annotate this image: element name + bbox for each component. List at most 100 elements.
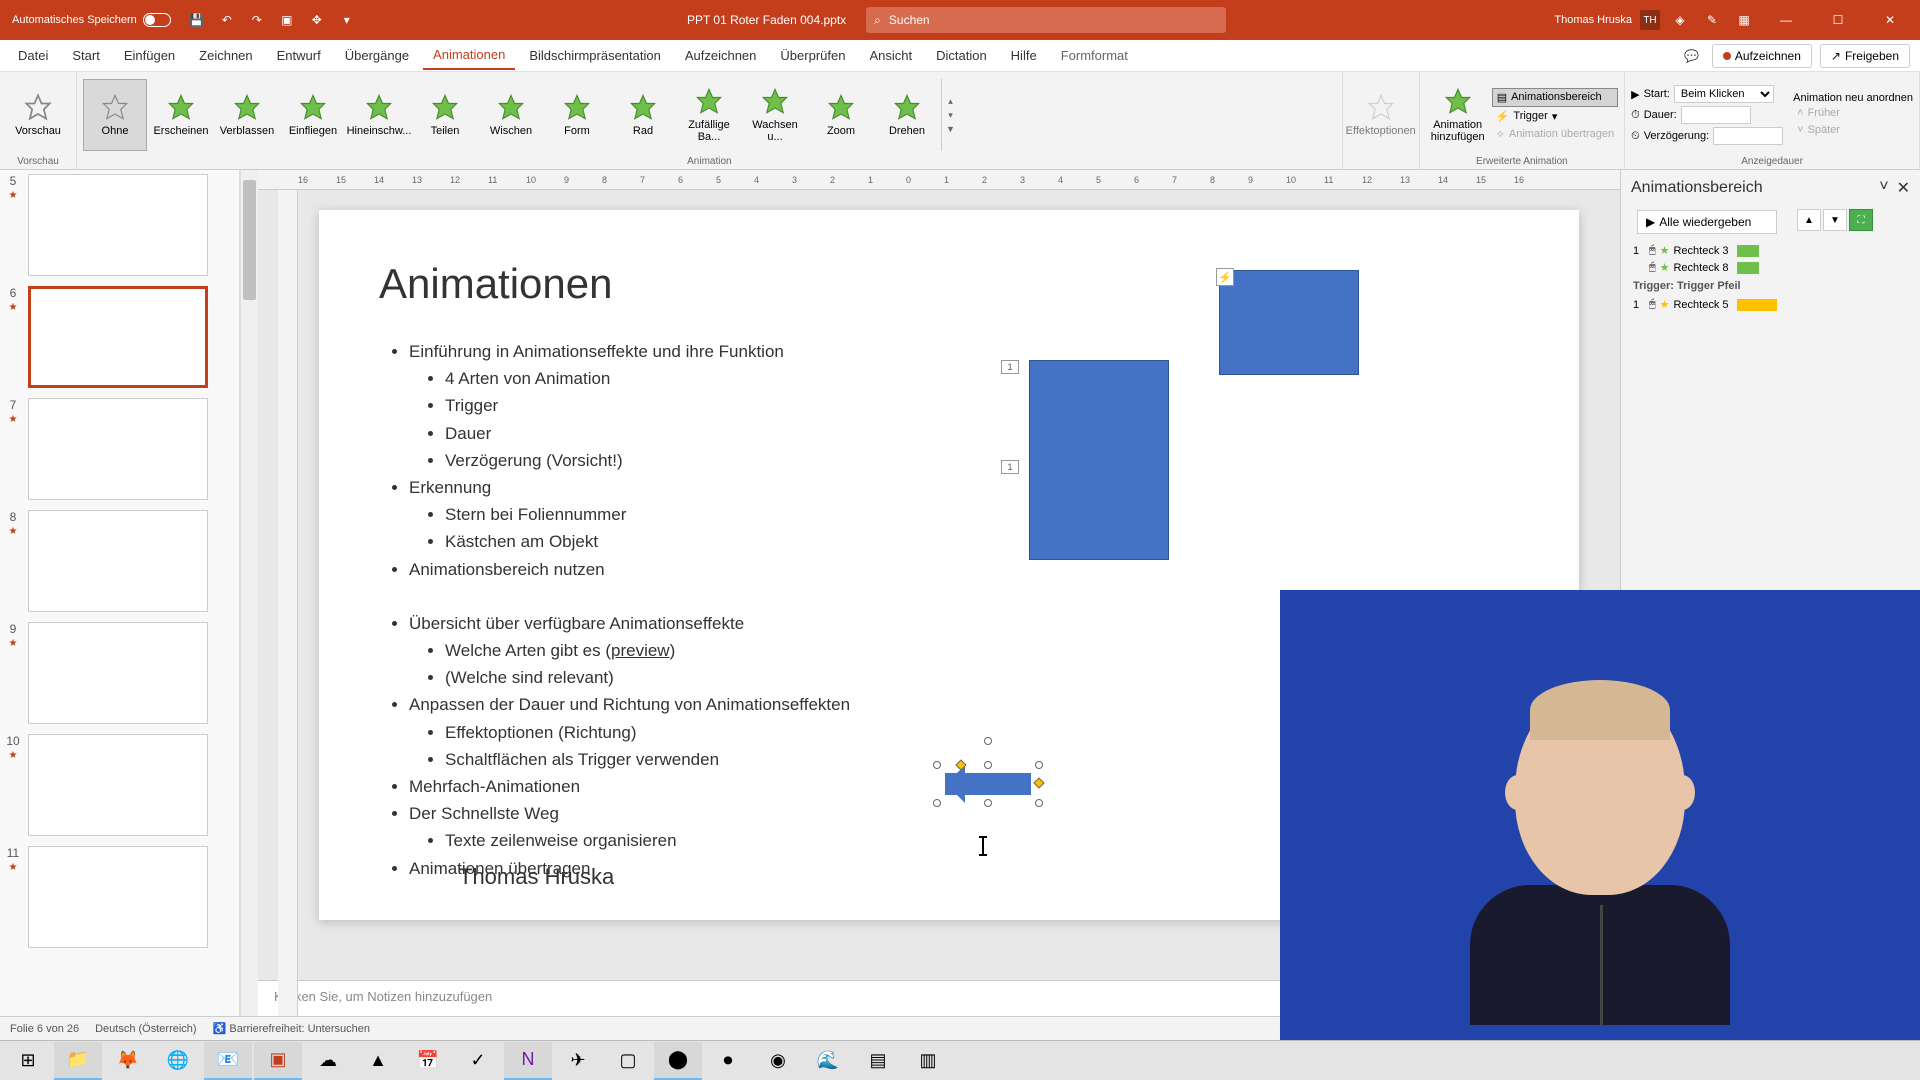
move-up-button[interactable]: ▲ [1797, 209, 1821, 231]
autosave-toggle[interactable]: Automatisches Speichern [4, 13, 179, 27]
menu-dictation[interactable]: Dictation [926, 42, 997, 69]
powerpoint-icon[interactable]: ▣ [254, 1042, 302, 1080]
rotate-handle[interactable] [984, 737, 992, 745]
save-icon[interactable]: 💾 [185, 8, 209, 32]
selection-handle[interactable] [984, 799, 992, 807]
menu-uebergaenge[interactable]: Übergänge [335, 42, 419, 69]
anim-hineinschw...[interactable]: Hineinschw... [347, 79, 411, 151]
search-box[interactable]: ⌕ [866, 7, 1226, 33]
menu-start[interactable]: Start [62, 42, 109, 69]
menu-ansicht[interactable]: Ansicht [859, 42, 922, 69]
gallery-more-button[interactable]: ▴▾▼ [941, 79, 959, 151]
slide-thumbnail-11[interactable] [28, 846, 208, 948]
anim-wachsen u...[interactable]: Wachsen u... [743, 79, 807, 151]
slide-thumbnail-6[interactable] [28, 286, 208, 388]
minimize-button[interactable]: — [1764, 4, 1808, 36]
anim-verblassen[interactable]: Verblassen [215, 79, 279, 151]
toggle-icon[interactable] [143, 13, 171, 27]
menu-hilfe[interactable]: Hilfe [1001, 42, 1047, 69]
move-down-button[interactable]: ▼ [1823, 209, 1847, 231]
menu-formformat[interactable]: Formformat [1051, 42, 1138, 69]
status-slide[interactable]: Folie 6 von 26 [10, 1023, 79, 1035]
menu-zeichnen[interactable]: Zeichnen [189, 42, 262, 69]
qat-more-icon[interactable]: ▾ [335, 8, 359, 32]
app-icon[interactable]: ☁ [304, 1042, 352, 1080]
scroll-thumb[interactable] [243, 180, 256, 300]
calendar-icon[interactable]: 📅 [404, 1042, 452, 1080]
app-icon-5[interactable]: ▥ [904, 1042, 952, 1080]
telegram-icon[interactable]: ✈ [554, 1042, 602, 1080]
slide-thumbnail-7[interactable] [28, 398, 208, 500]
todoist-icon[interactable]: ✓ [454, 1042, 502, 1080]
record-button[interactable]: Aufzeichnen [1712, 44, 1812, 68]
redo-icon[interactable]: ↷ [245, 8, 269, 32]
menu-entwurf[interactable]: Entwurf [267, 42, 331, 69]
search-input[interactable] [889, 13, 1218, 27]
selected-arrow-shape[interactable] [937, 765, 1039, 803]
shape-rectangle-1[interactable] [1219, 270, 1359, 375]
shape-rectangle-2[interactable] [1029, 360, 1169, 560]
slide-thumbnail-8[interactable] [28, 510, 208, 612]
status-language[interactable]: Deutsch (Österreich) [95, 1023, 196, 1035]
selection-handle[interactable] [933, 761, 941, 769]
anim-tag-1[interactable]: 1 [1001, 360, 1019, 374]
animation-pane-button[interactable]: ▤ Animationsbereich [1492, 88, 1618, 107]
delay-input[interactable] [1713, 127, 1783, 145]
trigger-button[interactable]: ⚡ Trigger ▾ [1492, 108, 1618, 125]
menu-ueberpruefen[interactable]: Überprüfen [770, 42, 855, 69]
selection-handle[interactable] [1035, 761, 1043, 769]
record-icon[interactable]: ⏺ [704, 1042, 752, 1080]
expand-button[interactable]: ⛶ [1849, 209, 1873, 231]
undo-icon[interactable]: ↶ [215, 8, 239, 32]
touch-icon[interactable]: ✥ [305, 8, 329, 32]
play-all-button[interactable]: ▶ Alle wiedergeben [1637, 210, 1777, 234]
anim-zufällige ba...[interactable]: Zufällige Ba... [677, 79, 741, 151]
firefox-icon[interactable]: 🦊 [104, 1042, 152, 1080]
menu-datei[interactable]: Datei [8, 42, 58, 69]
preview-button[interactable]: Vorschau [6, 79, 70, 151]
anim-teilen[interactable]: Teilen [413, 79, 477, 151]
anim-item[interactable]: 1🖱★Rechteck 5 [1629, 296, 1912, 313]
menu-aufzeichnen[interactable]: Aufzeichnen [675, 42, 767, 69]
anim-form[interactable]: Form [545, 79, 609, 151]
onenote-icon[interactable]: N [504, 1042, 552, 1080]
trigger-icon[interactable]: ⚡ [1216, 268, 1234, 286]
filename[interactable]: PPT 01 Roter Faden 004.pptx [687, 13, 846, 27]
duration-input[interactable] [1681, 106, 1751, 124]
chevron-down-icon[interactable]: ˅ [1879, 178, 1888, 198]
user-avatar[interactable]: TH [1640, 10, 1660, 30]
preview-link[interactable]: preview [611, 641, 670, 660]
draw-icon[interactable]: ✎ [1700, 8, 1724, 32]
vlc-icon[interactable]: ▲ [354, 1042, 402, 1080]
sync-icon[interactable]: ◈ [1668, 8, 1692, 32]
start-select[interactable]: Beim Klicken [1674, 85, 1774, 103]
anim-wischen[interactable]: Wischen [479, 79, 543, 151]
app-icon-3[interactable]: ◉ [754, 1042, 802, 1080]
mode-icon[interactable]: ▦ [1732, 8, 1756, 32]
slide-thumbnail-9[interactable] [28, 622, 208, 724]
explorer-icon[interactable]: 📁 [54, 1042, 102, 1080]
anim-erscheinen[interactable]: Erscheinen [149, 79, 213, 151]
selection-handle[interactable] [1035, 799, 1043, 807]
comments-icon[interactable]: 💬 [1680, 44, 1704, 68]
app-icon-2[interactable]: ▢ [604, 1042, 652, 1080]
anim-drehen[interactable]: Drehen [875, 79, 939, 151]
app-icon-4[interactable]: ▤ [854, 1042, 902, 1080]
menu-einfuegen[interactable]: Einfügen [114, 42, 185, 69]
anim-ohne[interactable]: Ohne [83, 79, 147, 151]
anim-zoom[interactable]: Zoom [809, 79, 873, 151]
anim-rad[interactable]: Rad [611, 79, 675, 151]
thumbs-scrollbar[interactable] [240, 170, 258, 1016]
thumbnails-panel[interactable]: 5★6★7★8★9★10★11★ [0, 170, 240, 1016]
start-button[interactable]: ⊞ [4, 1042, 52, 1080]
slide-thumbnail-5[interactable] [28, 174, 208, 276]
close-icon[interactable]: ✕ [1897, 178, 1910, 198]
anim-tag-2[interactable]: 1 [1001, 460, 1019, 474]
share-button[interactable]: ↗Freigeben [1820, 44, 1910, 68]
anim-item[interactable]: 🖱★Rechteck 8 [1629, 259, 1912, 276]
anim-item[interactable]: 1🖱★Rechteck 3 [1629, 242, 1912, 259]
edge-icon[interactable]: 🌊 [804, 1042, 852, 1080]
outlook-icon[interactable]: 📧 [204, 1042, 252, 1080]
menu-bildschirm[interactable]: Bildschirmpräsentation [519, 42, 671, 69]
selection-handle[interactable] [933, 799, 941, 807]
